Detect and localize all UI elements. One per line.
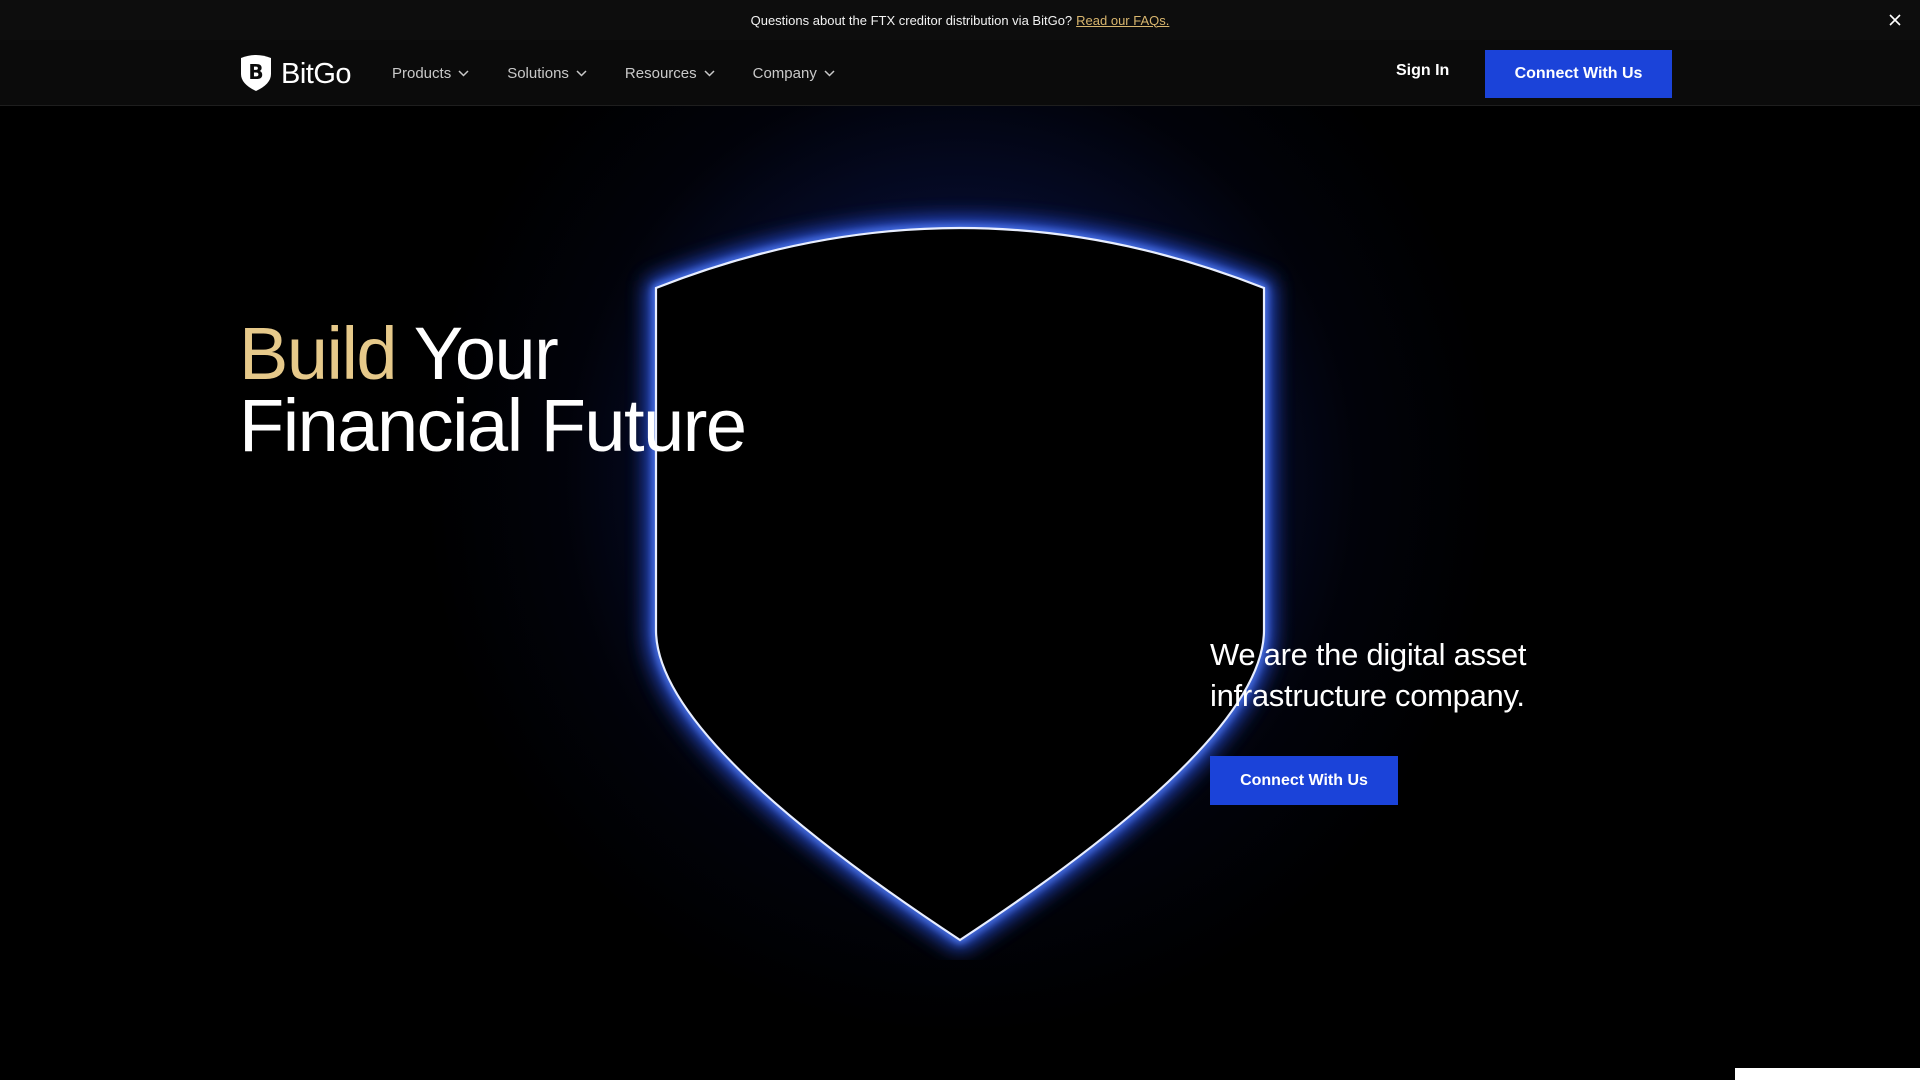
nav-item-label: Company bbox=[752, 64, 817, 82]
headline-accent: Build bbox=[239, 312, 398, 395]
logo-text: BitGo bbox=[281, 57, 352, 90]
chevron-down-icon bbox=[576, 69, 587, 77]
connect-button-nav[interactable]: Connect With Us bbox=[1485, 50, 1672, 98]
announcement-bar: Questions about the FTX creditor distrib… bbox=[0, 0, 1920, 40]
sign-in-link[interactable]: Sign In bbox=[1396, 62, 1449, 80]
chevron-down-icon bbox=[458, 69, 469, 77]
faq-link[interactable]: Read our FAQs. bbox=[1076, 13, 1169, 28]
nav-item-label: Solutions bbox=[507, 64, 569, 82]
corner-widget[interactable] bbox=[1735, 1068, 1920, 1080]
hero-headline: Build Your Financial Future bbox=[239, 317, 747, 463]
svg-text:B: B bbox=[248, 60, 263, 84]
nav-item-solutions[interactable]: Solutions bbox=[507, 65, 587, 82]
logo[interactable]: B BitGo bbox=[239, 52, 352, 97]
nav-menu: Products Solutions Resources Company bbox=[392, 40, 835, 106]
hero-tagline: We are the digital asset infrastructure … bbox=[1210, 637, 1527, 713]
nav-item-label: Resources bbox=[624, 64, 697, 82]
page: Questions about the FTX creditor distrib… bbox=[0, 0, 1920, 1080]
nav-item-label: Products bbox=[392, 64, 452, 82]
nav-item-company[interactable]: Company bbox=[753, 65, 835, 82]
chevron-down-icon bbox=[704, 69, 715, 77]
close-icon[interactable] bbox=[1886, 11, 1904, 29]
main-navigation: B BitGo Products Solutions Resources Com… bbox=[0, 40, 1920, 106]
nav-item-resources[interactable]: Resources bbox=[625, 65, 715, 82]
nav-item-products[interactable]: Products bbox=[392, 65, 469, 82]
headline-line2: Financial Future bbox=[239, 384, 747, 467]
headline-line1: Your bbox=[413, 312, 559, 395]
announcement-text: Questions about the FTX creditor distrib… bbox=[750, 12, 1073, 28]
chevron-down-icon bbox=[824, 69, 835, 77]
connect-button-hero[interactable]: Connect With Us bbox=[1210, 756, 1398, 805]
shield-illustration bbox=[647, 219, 1273, 951]
bitcoin-shield-icon: B bbox=[239, 52, 273, 97]
